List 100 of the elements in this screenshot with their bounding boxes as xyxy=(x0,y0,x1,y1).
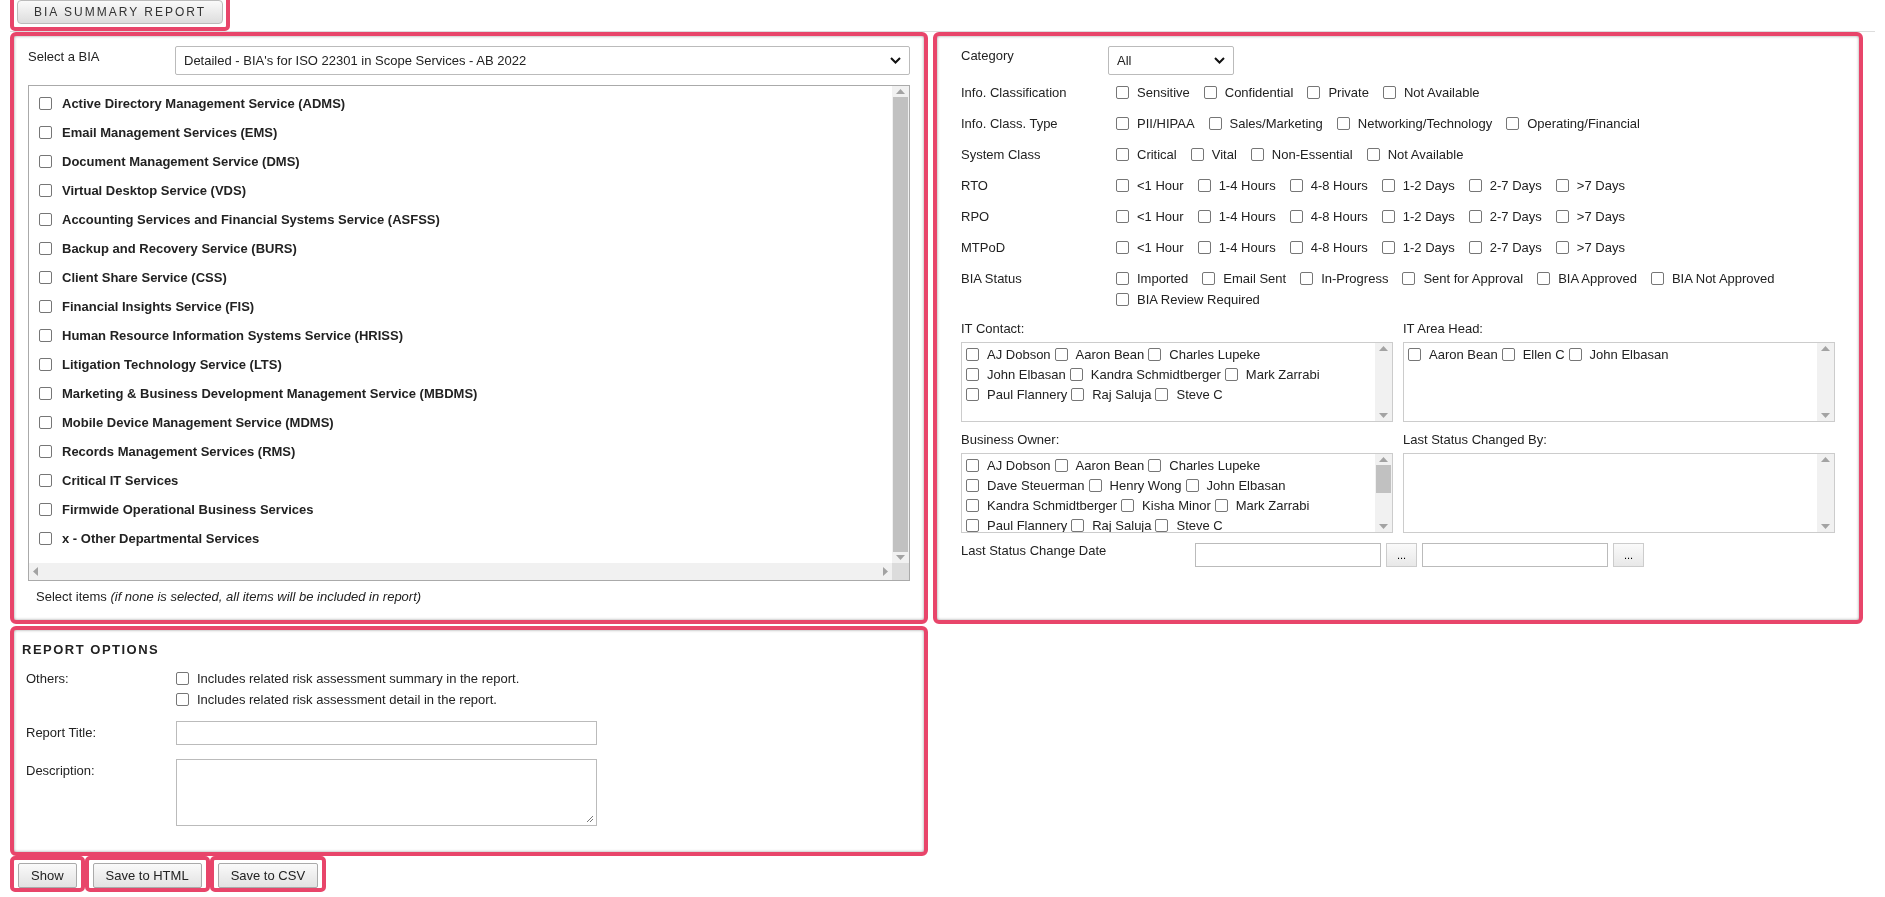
report-tab[interactable]: BIA SUMMARY REPORT xyxy=(17,0,224,24)
checkbox[interactable] xyxy=(39,97,52,110)
checkbox[interactable] xyxy=(39,329,52,342)
checkbox[interactable] xyxy=(1116,86,1129,99)
checkbox[interactable] xyxy=(1408,348,1421,361)
service-label: Firmwide Operational Business Services xyxy=(62,502,314,517)
checkbox[interactable] xyxy=(966,459,979,472)
checkbox[interactable] xyxy=(1116,272,1129,285)
option-label: Charles Lupeke xyxy=(1169,347,1261,362)
action-button[interactable]: Show xyxy=(18,863,77,888)
checkbox[interactable] xyxy=(1336,117,1350,130)
checkbox[interactable] xyxy=(39,503,52,516)
checkbox[interactable] xyxy=(1506,117,1520,130)
checkbox[interactable] xyxy=(1381,210,1395,223)
checkbox[interactable] xyxy=(39,271,52,284)
checkbox[interactable] xyxy=(1250,148,1264,161)
checkbox[interactable] xyxy=(39,155,52,168)
checkbox[interactable] xyxy=(1190,148,1204,161)
checkbox[interactable] xyxy=(966,479,979,492)
checkbox[interactable] xyxy=(39,474,52,487)
checkbox[interactable] xyxy=(1054,348,1068,361)
checkbox[interactable] xyxy=(1202,272,1216,285)
checkbox[interactable] xyxy=(1071,519,1085,532)
checkbox[interactable] xyxy=(1155,388,1169,401)
checkbox[interactable] xyxy=(176,672,189,685)
checkbox[interactable] xyxy=(1307,86,1321,99)
checkbox[interactable] xyxy=(39,532,52,545)
checkbox[interactable] xyxy=(1381,241,1395,254)
checkbox[interactable] xyxy=(1289,241,1303,254)
checkbox[interactable] xyxy=(1555,210,1569,223)
option-label: Not Available xyxy=(1387,147,1464,162)
checkbox[interactable] xyxy=(39,416,52,429)
checkbox[interactable] xyxy=(1203,86,1217,99)
description-field[interactable] xyxy=(176,759,597,826)
checkbox[interactable] xyxy=(1148,348,1162,361)
option-label: Kandra Schmidtberger xyxy=(987,498,1118,513)
checkbox[interactable] xyxy=(39,445,52,458)
option-label: Sensitive xyxy=(1137,85,1190,100)
checkbox[interactable] xyxy=(1650,272,1664,285)
checkbox[interactable] xyxy=(1116,241,1129,254)
category-select[interactable]: All xyxy=(1108,46,1234,75)
checkbox[interactable] xyxy=(1224,368,1238,381)
checkbox[interactable] xyxy=(1071,388,1085,401)
checkbox[interactable] xyxy=(1214,499,1228,512)
checkbox[interactable] xyxy=(1568,348,1582,361)
checkbox[interactable] xyxy=(1289,210,1303,223)
checkbox[interactable] xyxy=(39,300,52,313)
checkbox[interactable] xyxy=(1197,210,1211,223)
checkbox[interactable] xyxy=(1185,479,1199,492)
checkbox[interactable] xyxy=(1148,459,1162,472)
checkbox[interactable] xyxy=(176,693,189,706)
checkbox[interactable] xyxy=(1555,241,1569,254)
checkbox[interactable] xyxy=(1116,210,1129,223)
checkbox[interactable] xyxy=(1069,368,1083,381)
checkbox[interactable] xyxy=(1468,241,1482,254)
checkbox[interactable] xyxy=(1054,459,1068,472)
checkbox[interactable] xyxy=(1381,179,1395,192)
checkbox[interactable] xyxy=(1468,179,1482,192)
checkbox[interactable] xyxy=(1300,272,1314,285)
checkbox[interactable] xyxy=(1121,499,1135,512)
checkbox[interactable] xyxy=(1208,117,1222,130)
checkbox[interactable] xyxy=(966,519,979,532)
checkbox[interactable] xyxy=(1537,272,1551,285)
checkbox[interactable] xyxy=(39,184,52,197)
checkbox[interactable] xyxy=(1402,272,1416,285)
resize-handle-icon[interactable] xyxy=(586,815,594,823)
field-label: RTO xyxy=(961,178,989,193)
checkbox[interactable] xyxy=(1382,86,1396,99)
checkbox[interactable] xyxy=(966,499,979,512)
checkbox[interactable] xyxy=(1116,293,1129,306)
action-button[interactable]: Save to CSV xyxy=(217,863,319,888)
checkbox[interactable] xyxy=(39,242,52,255)
checkbox[interactable] xyxy=(1116,148,1129,161)
action-button[interactable]: Save to HTML xyxy=(92,863,202,888)
checkbox[interactable] xyxy=(39,213,52,226)
checkbox[interactable] xyxy=(1116,117,1129,130)
checkbox[interactable] xyxy=(1155,519,1169,532)
checkbox[interactable] xyxy=(966,388,979,401)
checkbox[interactable] xyxy=(1116,179,1129,192)
checkbox[interactable] xyxy=(1088,479,1102,492)
date-field[interactable] xyxy=(1195,543,1381,567)
checkbox[interactable] xyxy=(39,358,52,371)
checkbox[interactable] xyxy=(1197,241,1211,254)
report-title-field[interactable] xyxy=(176,721,597,745)
checkbox[interactable] xyxy=(1366,148,1380,161)
checkbox[interactable] xyxy=(39,387,52,400)
date-picker-button[interactable]: ... xyxy=(1613,543,1644,567)
date-field[interactable] xyxy=(1422,543,1608,567)
option-label: Ellen C xyxy=(1522,347,1565,362)
checkbox[interactable] xyxy=(1197,179,1211,192)
checkbox[interactable] xyxy=(39,126,52,139)
checkbox[interactable] xyxy=(966,368,979,381)
option-label: Raj Saluja xyxy=(1092,387,1152,402)
checkbox[interactable] xyxy=(1468,210,1482,223)
date-picker-button[interactable]: ... xyxy=(1386,543,1417,567)
bia-select[interactable]: Detailed - BIA's for ISO 22301 in Scope Services - AB 2022 xyxy=(175,46,910,75)
checkbox[interactable] xyxy=(1555,179,1569,192)
checkbox[interactable] xyxy=(966,348,979,361)
checkbox[interactable] xyxy=(1501,348,1515,361)
checkbox[interactable] xyxy=(1289,179,1303,192)
